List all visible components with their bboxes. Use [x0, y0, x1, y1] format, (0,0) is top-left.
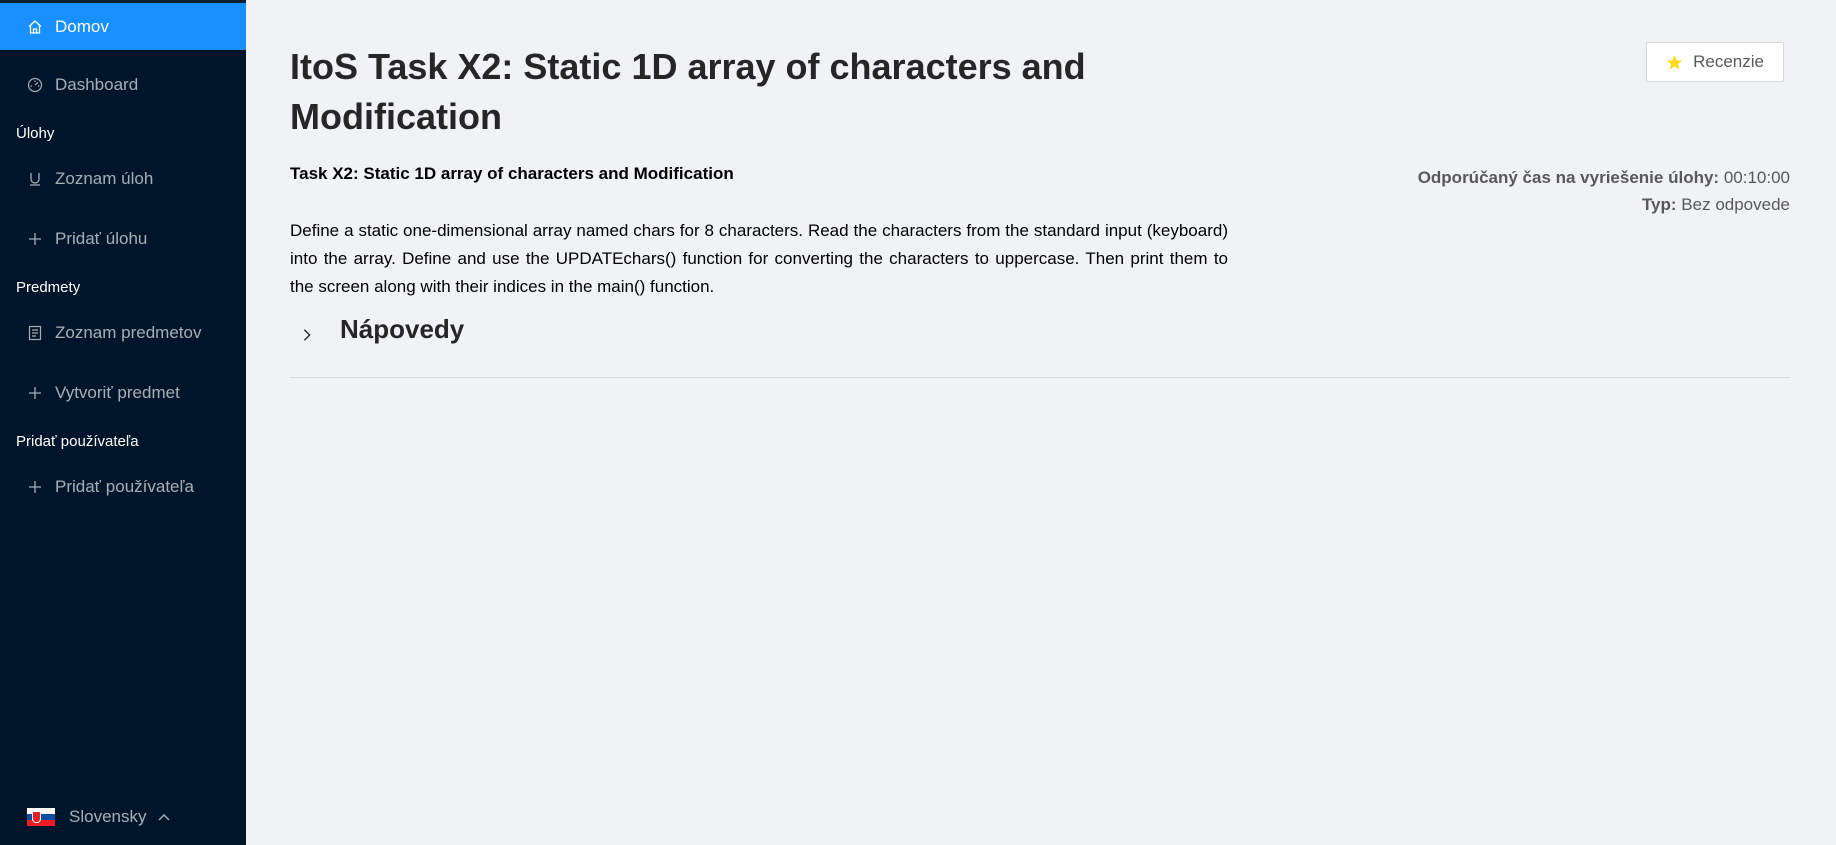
sidebar-item-pridat-pouzivatela[interactable]: Pridať používateľa	[0, 462, 246, 512]
group-title-ulohy: Úlohy	[16, 125, 55, 142]
star-icon	[1666, 54, 1683, 71]
recommended-time-value: 00:10:00	[1723, 168, 1790, 187]
page-title: ItoS Task X2: Static 1D array of charact…	[290, 46, 1086, 137]
chevron-up-icon	[156, 809, 172, 825]
sidebar-item-domov[interactable]: Domov	[0, 0, 246, 50]
task-type: Typ: Bez odpovede	[1418, 191, 1790, 218]
dashboard-icon	[27, 77, 43, 93]
sidebar-item-vytvorit-predmet[interactable]: Vytvoriť predmet	[0, 368, 246, 418]
sidebar-item-label: Zoznam predmetov	[55, 323, 202, 342]
sidebar-item-pridat-ulohu[interactable]: Pridať úlohu	[0, 214, 246, 264]
sidebar-item-label: Dashboard	[55, 75, 139, 94]
list-icon	[27, 171, 43, 187]
task-type-label: Typ:	[1641, 195, 1677, 214]
task-subtitle: Task X2: Static 1D array of characters a…	[290, 164, 734, 183]
hints-collapse-header[interactable]: Nápovedy	[300, 314, 464, 345]
book-icon	[27, 325, 43, 341]
sidebar-item-label: Vytvoriť predmet	[55, 383, 180, 402]
sidebar-item-zoznam-uloh[interactable]: Zoznam úloh	[0, 154, 246, 204]
sidebar-item-label: Pridať používateľa	[55, 477, 194, 496]
task-type-value: Bez odpovede	[1681, 195, 1790, 214]
main-content: ItoS Task X2: Static 1D array of charact…	[246, 0, 1836, 845]
reviews-button[interactable]: Recenzie	[1646, 42, 1784, 82]
divider	[290, 377, 1790, 378]
plus-icon	[27, 479, 43, 495]
sidebar: Domov Dashboard Úlohy Zoznam úloh Pridať…	[0, 0, 246, 845]
sidebar-item-dashboard[interactable]: Dashboard	[0, 60, 246, 110]
chevron-right-icon	[300, 328, 320, 342]
plus-icon	[27, 231, 43, 247]
hints-label: Nápovedy	[340, 314, 465, 344]
group-title-predmety: Predmety	[16, 279, 81, 296]
language-label: Slovensky	[69, 807, 147, 826]
plus-icon	[27, 385, 43, 401]
recommended-time-label: Odporúčaný čas na vyriešenie úlohy:	[1417, 168, 1720, 187]
task-description: Define a static one-dimensional array na…	[290, 221, 1228, 296]
sidebar-item-label: Pridať úlohu	[55, 229, 148, 248]
sidebar-item-label: Domov	[55, 16, 109, 36]
recommended-time: Odporúčaný čas na vyriešenie úlohy: 00:1…	[1418, 164, 1790, 191]
home-icon	[27, 19, 43, 35]
task-meta: Odporúčaný čas na vyriešenie úlohy: 00:1…	[1418, 164, 1790, 218]
slovak-flag-icon	[27, 808, 55, 826]
sidebar-item-label: Zoznam úloh	[55, 169, 154, 188]
language-selector[interactable]: Slovensky	[27, 807, 172, 827]
group-title-pridat-pouzivatela: Pridať používateľa	[16, 433, 139, 450]
reviews-button-label: Recenzie	[1693, 52, 1764, 71]
sidebar-item-zoznam-predmetov[interactable]: Zoznam predmetov	[0, 308, 246, 358]
